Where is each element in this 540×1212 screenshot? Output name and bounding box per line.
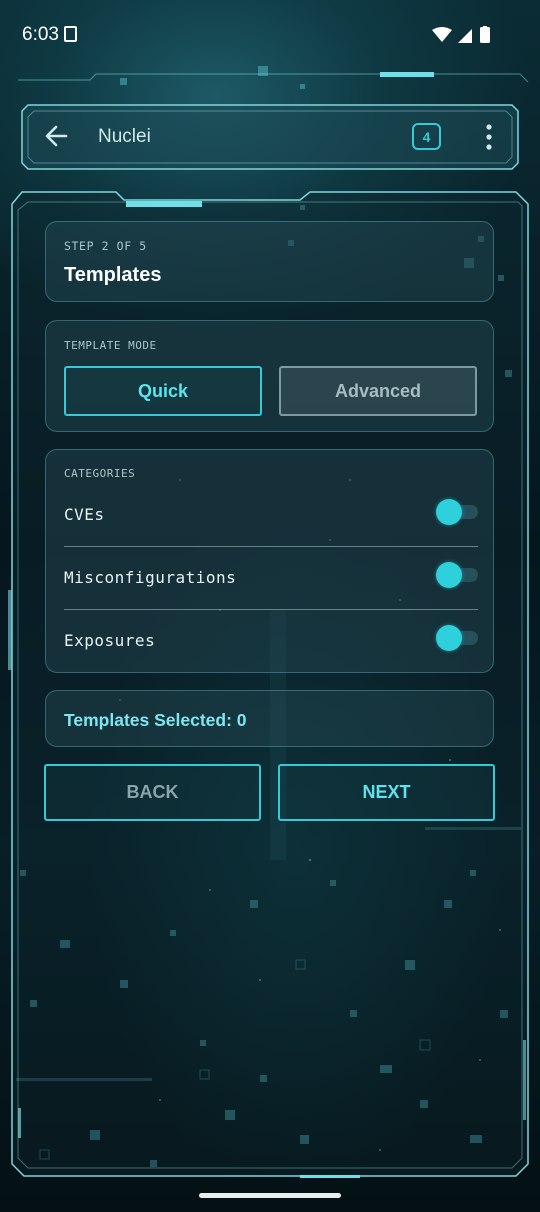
back-button[interactable] — [42, 120, 72, 152]
category-row-cves: CVEs — [64, 485, 478, 547]
template-mode-label: TEMPLATE MODE — [64, 339, 157, 352]
status-time: 6:03 — [22, 24, 59, 45]
divider — [64, 546, 478, 547]
cell-signal-icon — [458, 29, 472, 43]
category-row-misconfigurations: Misconfigurations — [64, 548, 478, 610]
sim-card-icon — [64, 26, 77, 42]
next-step-button[interactable]: NEXT — [278, 764, 495, 821]
misconfigurations-toggle[interactable] — [436, 558, 480, 592]
wifi-icon — [432, 27, 452, 42]
template-mode-card: TEMPLATE MODE Quick Advanced — [45, 320, 494, 432]
status-bar: 6:03 — [0, 0, 540, 70]
toggle-knob — [436, 562, 462, 588]
app-title: Nuclei — [98, 126, 151, 147]
cves-toggle[interactable] — [436, 495, 480, 529]
templates-selected-count: Templates Selected: 0 — [64, 710, 247, 730]
more-vertical-icon — [486, 124, 492, 150]
step-card: STEP 2 OF 5 Templates — [45, 221, 494, 302]
back-step-button[interactable]: BACK — [44, 764, 261, 821]
quick-mode-button[interactable]: Quick — [64, 366, 262, 416]
step-indicator: STEP 2 OF 5 — [64, 239, 147, 253]
more-menu-button[interactable] — [478, 122, 500, 152]
category-name: Exposures — [64, 631, 156, 650]
app-bar-frame — [21, 104, 519, 170]
category-name: Misconfigurations — [64, 568, 237, 587]
templates-selected-card: Templates Selected: 0 — [45, 690, 494, 747]
categories-card: CATEGORIES CVEs Misconfigurations Exposu… — [45, 449, 494, 673]
status-icons — [432, 26, 490, 43]
toggle-knob — [436, 625, 462, 651]
notification-badge[interactable]: 4 — [412, 123, 441, 150]
gesture-nav-bar[interactable] — [199, 1193, 341, 1198]
arrow-left-icon — [45, 125, 68, 147]
toggle-knob — [436, 499, 462, 525]
exposures-toggle[interactable] — [436, 621, 480, 655]
advanced-mode-button[interactable]: Advanced — [279, 366, 477, 416]
categories-label: CATEGORIES — [64, 467, 136, 480]
category-name: CVEs — [64, 505, 105, 524]
page-title: Templates — [64, 264, 162, 286]
category-row-exposures: Exposures — [64, 611, 478, 673]
divider — [64, 609, 478, 610]
battery-icon — [480, 27, 490, 43]
